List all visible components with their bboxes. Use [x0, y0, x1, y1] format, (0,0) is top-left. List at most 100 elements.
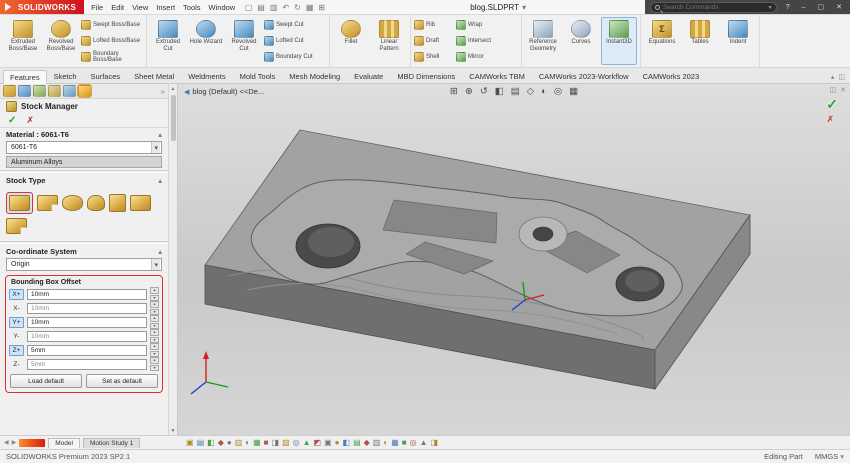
x-plus-spinner[interactable]: ▴▾ [150, 287, 159, 301]
heads-up-toolbar-icon[interactable]: ⊕ [461, 86, 476, 97]
stock-type-rectangular-button[interactable] [9, 195, 30, 211]
fillet-button[interactable]: Fillet [333, 17, 369, 65]
featuremanager-tree-tab-icon[interactable] [3, 85, 16, 97]
tab-mold-tools[interactable]: Mold Tools [233, 69, 283, 83]
dimxpert-tab-icon[interactable] [48, 85, 61, 97]
camworks-toolbar-icon[interactable]: ◎ [410, 439, 417, 447]
tab-features[interactable]: Features [3, 70, 47, 84]
spin-down-icon[interactable]: ▾ [150, 365, 159, 372]
tab-model[interactable]: Model [48, 438, 80, 448]
camworks-toolbar-icon[interactable]: ▣ [324, 439, 332, 447]
search-dropdown-icon[interactable]: ▾ [769, 4, 772, 11]
stock-type-extruded-button[interactable] [37, 195, 58, 211]
propertymanager-tab-icon[interactable] [18, 85, 31, 97]
heads-up-toolbar-icon[interactable]: ◇ [523, 86, 537, 97]
units-selector[interactable]: MMGS ▾ [815, 452, 844, 461]
draft-button[interactable]: Draft [414, 35, 454, 47]
camworks-tab-icon[interactable] [78, 85, 91, 97]
y-plus-label[interactable]: Y+ [9, 317, 24, 328]
camworks-toolbar-icon[interactable]: ■ [402, 439, 407, 447]
collapse-ribbon-icon[interactable]: ▴ [831, 73, 835, 81]
camworks-toolbar-icon[interactable]: ◆ [218, 439, 224, 447]
y-plus-input[interactable] [27, 317, 147, 328]
minimize-button[interactable]: – [799, 4, 809, 11]
camworks-toolbar-icon[interactable]: ▥ [235, 439, 243, 447]
lofted-boss-base-button[interactable]: Lofted Boss/Base [81, 35, 143, 47]
quick-access-icon[interactable]: ▦ [303, 3, 316, 12]
heads-up-toolbar-icon[interactable]: ↺ [476, 86, 491, 97]
stock-type-part-offset-button[interactable] [130, 195, 151, 211]
part-center-hole[interactable] [533, 227, 553, 241]
camworks-toolbar-icon[interactable]: ▥ [373, 439, 381, 447]
scrollbar-thumb[interactable] [171, 95, 176, 141]
curves-button[interactable]: Curves [563, 17, 599, 65]
material-combo[interactable]: 6061-T6 ▾ [6, 141, 162, 154]
camworks-toolbar-icon[interactable]: ■ [264, 439, 269, 447]
reference-geometry-button[interactable]: Reference Geometry [525, 17, 561, 65]
configurations-tab-icon[interactable] [33, 85, 46, 97]
camworks-toolbar-icon[interactable]: ◩ [314, 439, 322, 447]
extruded-boss-base-button[interactable]: Extruded Boss/Base [5, 17, 41, 65]
lofted-cut-button[interactable]: Lofted Cut [264, 35, 326, 47]
material-section-header[interactable]: Material : 6061-T6 ▴ [0, 128, 168, 140]
stock-type-cylinder-button[interactable] [62, 195, 83, 211]
camworks-toolbar-icon[interactable]: ▦ [253, 439, 261, 447]
y-minus-spinner[interactable]: ▴▾ [150, 329, 159, 343]
displaymanager-tab-icon[interactable] [63, 85, 76, 97]
menu-view[interactable]: View [128, 3, 152, 12]
camworks-toolbar-icon[interactable]: ◐ [383, 439, 388, 447]
camworks-toolbar-icon[interactable]: ▲ [303, 439, 311, 447]
confirmation-corner-cancel-icon[interactable]: ✗ [826, 114, 834, 125]
camworks-toolbar-icon[interactable]: ▲ [420, 439, 428, 447]
indent-button[interactable]: Indent [720, 17, 756, 65]
camworks-toolbar-icon[interactable]: ● [227, 439, 232, 447]
spin-up-icon[interactable]: ▴ [150, 301, 159, 308]
stock-type-round-bar-button[interactable] [87, 195, 105, 211]
heads-up-toolbar-icon[interactable]: ◎ [550, 86, 565, 97]
scroll-up-icon[interactable]: ▲ [171, 84, 176, 93]
z-plus-input[interactable] [27, 345, 147, 356]
tab-motion-study[interactable]: Motion Study 1 [83, 438, 140, 448]
coordinate-combo-dropdown-icon[interactable]: ▾ [151, 259, 160, 270]
camworks-toolbar-icon[interactable]: ◐ [245, 439, 250, 447]
tab-scroll-left-icon[interactable]: ◀ [4, 439, 9, 446]
tab-mesh-modeling[interactable]: Mesh Modeling [282, 69, 347, 83]
spin-up-icon[interactable]: ▴ [150, 287, 159, 294]
heads-up-toolbar-icon[interactable]: ▦ [566, 86, 582, 97]
rib-button[interactable]: Rib [414, 19, 454, 31]
menu-insert[interactable]: Insert [152, 3, 179, 12]
coordinate-collapse-icon[interactable]: ▴ [158, 247, 162, 256]
shell-button[interactable]: Shell [414, 51, 454, 63]
quick-access-icon[interactable]: ▤ [255, 3, 268, 12]
quick-access-icon[interactable]: ▢ [242, 3, 255, 12]
spin-up-icon[interactable]: ▴ [150, 343, 159, 350]
close-button[interactable]: ✕ [833, 3, 845, 11]
equations-button[interactable]: ΣEquations [644, 17, 680, 65]
tab-evaluate[interactable]: Evaluate [347, 69, 390, 83]
camworks-toolbar-icon[interactable]: ◆ [364, 439, 370, 447]
menu-window[interactable]: Window [205, 3, 240, 12]
z-plus-label[interactable]: Z+ [9, 345, 24, 356]
heads-up-toolbar-icon[interactable]: ▤ [507, 86, 523, 97]
search-input[interactable] [663, 4, 766, 11]
z-minus-input[interactable] [27, 359, 147, 370]
quick-access-icon[interactable]: ⊞ [316, 3, 328, 12]
menu-tools[interactable]: Tools [179, 3, 205, 12]
tab-mbd-dimensions[interactable]: MBD Dimensions [390, 69, 462, 83]
boundary-cut-button[interactable]: Boundary Cut [264, 51, 326, 63]
tab-sheet-metal[interactable]: Sheet Metal [127, 69, 181, 83]
camworks-toolbar-icon[interactable]: ◧ [343, 439, 351, 447]
swept-boss-base-button[interactable]: Swept Boss/Base [81, 19, 143, 31]
search-commands-box[interactable]: ▾ [650, 2, 777, 13]
quick-access-icon[interactable]: ▥ [267, 3, 280, 12]
panel-scrollbar[interactable]: ▲ ▼ [168, 84, 177, 435]
menu-file[interactable]: File [87, 3, 107, 12]
material-collapse-icon[interactable]: ▴ [158, 130, 162, 139]
pane-split-icon[interactable]: ◫ [838, 73, 845, 81]
tab-camworks-workflow[interactable]: CAMWorks 2023-Workflow [532, 69, 636, 83]
instant3d-button[interactable]: Instant3D [601, 17, 637, 65]
maximize-button[interactable]: ▢ [815, 3, 828, 11]
spin-up-icon[interactable]: ▴ [150, 315, 159, 322]
stock-type-collapse-icon[interactable]: ▴ [158, 176, 162, 185]
stock-type-block-button[interactable] [109, 194, 126, 212]
